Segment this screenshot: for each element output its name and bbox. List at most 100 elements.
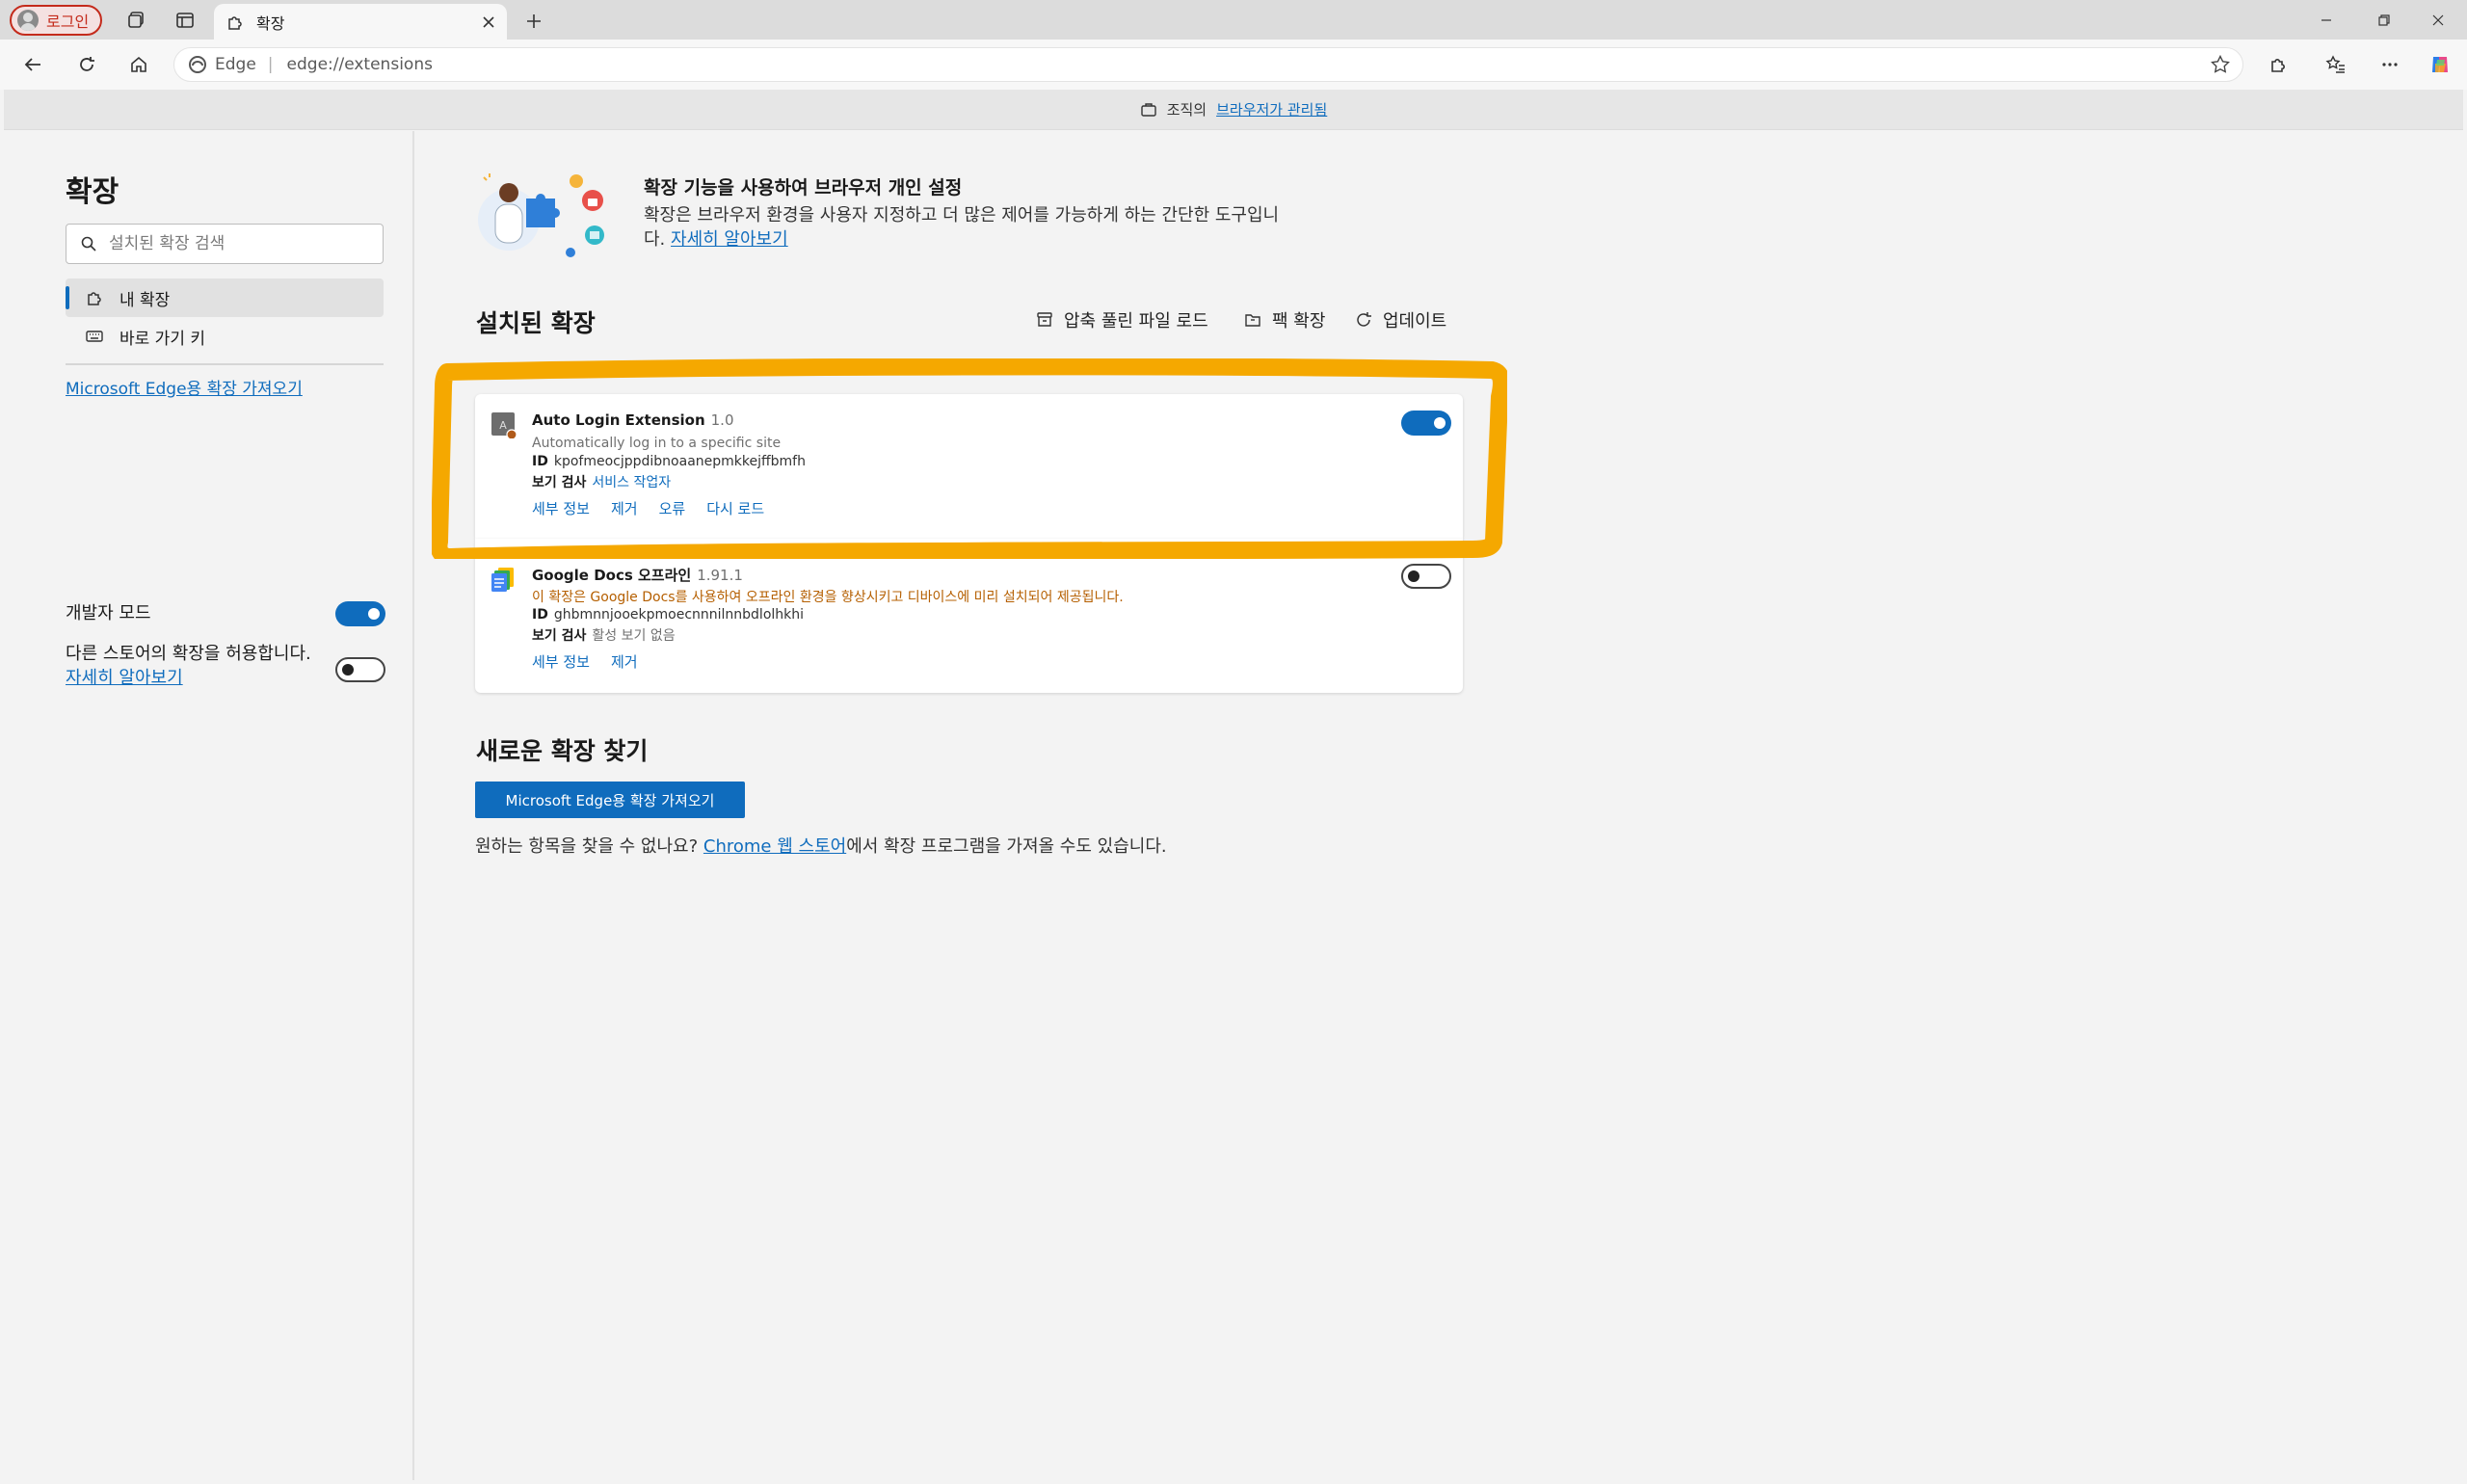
extensions-button[interactable] [2259,45,2297,84]
allow-other-stores-toggle[interactable] [335,657,385,682]
developer-mode-label: 개발자 모드 [66,603,151,623]
extension-actions: 세부 정보 제거 [532,651,638,672]
edge-logo-icon [188,55,207,74]
tab-strip: 로그인 확장 [0,0,2467,40]
hero-title: 확장 기능을 사용하여 브라우저 개인 설정 [644,177,963,199]
toolbar: Edge | edge://extensions [0,40,2467,90]
refresh-icon [1354,310,1373,330]
google-docs-icon [491,566,517,593]
archive-icon [1035,310,1054,330]
extension-id-row: ID kpofmeocjppdibnoaanepmkkejffbmfh [532,454,806,469]
sidebar-divider [66,363,384,365]
inspect-views-label: 보기 검사 [532,475,587,490]
workspaces-icon[interactable] [118,1,156,40]
search-box[interactable] [66,224,384,264]
favorite-star-icon[interactable] [2210,54,2231,75]
remove-link[interactable]: 제거 [611,651,638,672]
load-unpacked-button[interactable]: 압축 풀린 파일 로드 [1035,307,1208,332]
extension-enable-toggle[interactable] [1401,411,1451,436]
close-tab-icon[interactable] [482,15,495,29]
extension-version: 1.0 [710,411,734,429]
find-desc-suffix: 에서 확장 프로그램을 가져올 수도 있습니다. [846,836,1167,857]
extension-name: Google Docs 오프라인 1.91.1 [532,565,743,585]
puzzle-icon [85,288,104,307]
puzzle-icon [225,13,245,32]
address-url[interactable]: edge://extensions [287,55,433,74]
extensions-illustration [476,170,613,262]
extension-actions: 세부 정보 제거 오류 다시 로드 [532,498,764,518]
find-extensions-description: 원하는 항목을 찾을 수 없나요? Chrome 웹 스토어에서 확장 프로그램… [475,833,1167,858]
extension-id: kpofmeocjppdibnoaanepmkkejffbmfh [553,454,806,469]
sidebar-item-my-extensions[interactable]: 내 확장 [66,278,384,317]
extension-enable-toggle[interactable] [1401,564,1451,589]
keyboard-icon [85,327,104,346]
managed-banner: 조직의 브라우저가 관리됨 [4,90,2463,130]
inspect-views-label: 보기 검사 [532,628,587,644]
managed-banner-text: 조직의 [1166,101,1207,119]
sidebar-item-label: 바로 가기 키 [119,329,206,349]
restore-button[interactable] [2355,0,2413,40]
installed-extensions-heading: 설치된 확장 [476,309,596,337]
get-extensions-button[interactable]: Microsoft Edge용 확장 가져오기 [475,782,745,818]
developer-mode-toggle[interactable] [335,601,385,626]
details-link[interactable]: 세부 정보 [532,651,590,672]
details-link[interactable]: 세부 정보 [532,498,590,518]
extension-description: Automatically log in to a specific site [532,436,782,451]
update-label: 업데이트 [1383,311,1447,331]
profile-label: 로그인 [46,13,90,31]
remove-link[interactable]: 제거 [611,498,638,518]
inspect-views-value: 활성 보기 없음 [592,628,676,644]
extension-card-google-docs: Google Docs 오프라인 1.91.1 이 확장은 Google Docs… [475,539,1463,693]
page-title: 확장 [66,175,119,209]
update-button[interactable]: 업데이트 [1354,307,1446,332]
extension-card-auto-login: A Auto Login Extension 1.0 Automatically … [475,394,1463,539]
vertical-tabs-icon[interactable] [166,1,204,40]
other-stores-learn-more-link[interactable]: 자세히 알아보기 [66,666,335,690]
extension-id-label: ID [532,454,548,469]
errors-link[interactable]: 오류 [659,498,686,518]
home-button[interactable] [119,45,158,84]
back-button[interactable] [13,45,52,84]
sidebar-item-label: 내 확장 [119,290,171,310]
sidebar-item-shortcuts[interactable]: 바로 가기 키 [66,317,384,356]
extension-icon: A [491,411,517,438]
svg-text:A: A [499,419,507,432]
other-stores-label: 다른 스토어의 확장을 허용합니다. 자세히 알아보기 [66,642,335,690]
managed-banner-link[interactable]: 브라우저가 관리됨 [1216,99,1327,119]
search-input[interactable] [109,234,359,253]
more-options-icon[interactable] [2371,45,2409,84]
chrome-web-store-link[interactable]: Chrome 웹 스토어 [703,836,846,857]
extension-description: 이 확장은 Google Docs를 사용하여 오프라인 환경을 향상시키고 디… [532,590,1124,605]
pack-extension-label: 팩 확장 [1272,311,1326,331]
copilot-icon[interactable] [2421,45,2459,84]
favorites-button[interactable] [2317,45,2355,84]
extension-name-text: Google Docs 오프라인 [532,567,692,584]
close-window-button[interactable] [2409,0,2467,40]
profile-button[interactable]: 로그인 [10,5,102,36]
extension-version: 1.91.1 [697,567,743,584]
reload-link[interactable]: 다시 로드 [706,498,764,518]
minimize-button[interactable] [2297,0,2355,40]
address-brand: Edge [215,55,256,74]
extension-name-text: Auto Login Extension [532,411,705,429]
load-unpacked-label: 압축 풀린 파일 로드 [1064,311,1208,331]
pack-extension-button[interactable]: 팩 확장 [1243,307,1325,332]
hero-learn-more-link[interactable]: 자세히 알아보기 [671,229,788,250]
extension-id-label: ID [532,607,548,623]
extension-id: ghbmnnjooekpmoecnnnilnnbdlolhkhi [553,607,805,623]
hero-description: 확장은 브라우저 환경을 사용자 지정하고 더 많은 제어를 가능하게 하는 간… [644,203,1299,252]
new-tab-button[interactable] [515,2,553,40]
package-icon [1243,310,1262,330]
get-extensions-link[interactable]: Microsoft Edge용 확장 가져오기 [66,375,303,399]
address-bar[interactable]: Edge | edge://extensions [173,47,2243,82]
other-stores-text: 다른 스토어의 확장을 허용합니다. [66,644,311,664]
service-worker-link[interactable]: 서비스 작업자 [592,475,671,490]
extension-inspect-row: 보기 검사 서비스 작업자 [532,472,671,491]
tab-extensions[interactable]: 확장 [214,4,507,40]
find-desc-prefix: 원하는 항목을 찾을 수 없나요? [475,836,699,857]
find-extensions-heading: 새로운 확장 찾기 [476,737,649,765]
avatar-icon [17,10,39,31]
refresh-button[interactable] [67,45,106,84]
extension-name: Auto Login Extension 1.0 [532,411,734,429]
address-separator: | [267,55,274,74]
